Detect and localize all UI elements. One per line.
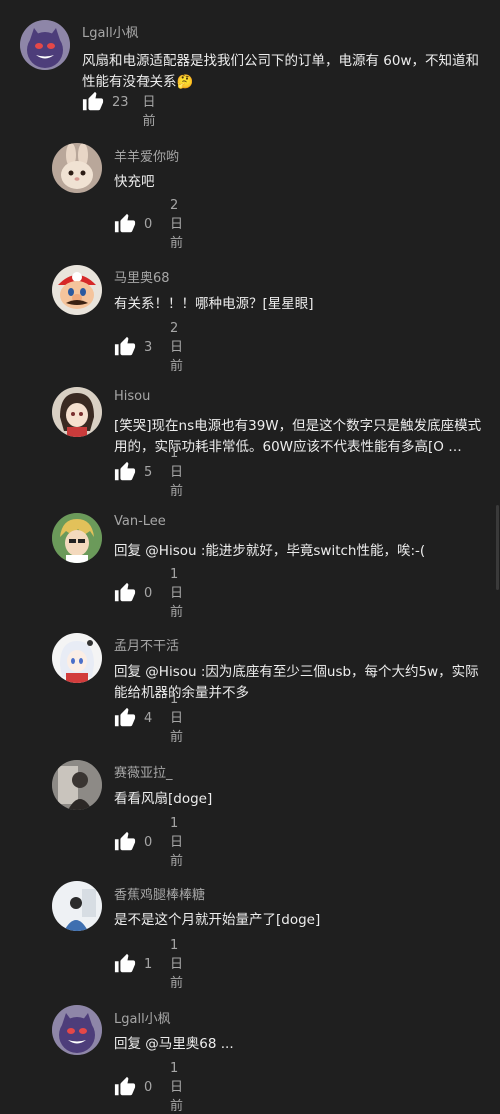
- like-count: 3: [144, 339, 153, 355]
- like-button[interactable]: 0: [114, 213, 156, 235]
- like-count: 0: [144, 216, 153, 232]
- comment-meta: 0 2日前: [114, 198, 183, 251]
- thumbs-up-icon: [114, 831, 136, 853]
- thumbs-up-icon: [114, 336, 136, 358]
- person-avatar[interactable]: [52, 881, 102, 931]
- comment-meta: 4 1日前: [114, 692, 183, 745]
- timestamp: 1日前: [170, 445, 184, 499]
- scrollbar[interactable]: [496, 505, 499, 590]
- gengar-avatar[interactable]: [52, 1005, 102, 1055]
- timestamp: 1日前: [170, 566, 184, 620]
- like-button[interactable]: 0: [114, 1076, 156, 1098]
- comment-meta: 0 1日前: [114, 567, 183, 620]
- username[interactable]: Lgall小枫: [82, 22, 139, 41]
- timestamp: 1日前: [170, 1060, 184, 1114]
- thumbs-up-icon: [82, 91, 104, 113]
- like-button[interactable]: 5: [114, 461, 156, 483]
- username[interactable]: 赛薇亚拉_: [114, 762, 173, 781]
- anime-girl-avatar[interactable]: [52, 387, 102, 437]
- thumbs-up-icon: [114, 707, 136, 729]
- like-count: 5: [144, 464, 153, 480]
- gengar-avatar[interactable]: [20, 20, 70, 70]
- thumbs-up-icon: [114, 582, 136, 604]
- username[interactable]: 孟月不干活: [114, 635, 179, 654]
- like-button[interactable]: 0: [114, 831, 156, 853]
- username[interactable]: 羊羊爱你哟: [114, 146, 179, 165]
- thumbs-up-icon: [114, 1076, 136, 1098]
- comment-text: 回复 @Hisou :能进步就好，毕竟switch性能，唉:-(: [114, 543, 426, 559]
- thumbs-up-icon: [114, 213, 136, 235]
- like-count: 4: [144, 710, 153, 726]
- timestamp: 2日前: [170, 320, 184, 374]
- comment-meta: 5 1日前: [114, 446, 183, 499]
- thumbs-up-icon: [114, 953, 136, 975]
- comment-text: 是不是这个月就开始量产了[doge]: [114, 912, 321, 928]
- timestamp: 2日前: [142, 75, 156, 129]
- timestamp: 1日前: [170, 937, 184, 991]
- username[interactable]: 马里奥68: [114, 267, 170, 286]
- thumbs-up-icon: [114, 461, 136, 483]
- photo-avatar[interactable]: [52, 760, 102, 810]
- comment-text: 回复 @马里奥68 ...: [114, 1036, 234, 1052]
- username[interactable]: Van-Lee: [114, 514, 166, 529]
- timestamp: 1日前: [170, 691, 184, 745]
- like-count: 23: [112, 94, 129, 110]
- like-button[interactable]: 1: [114, 953, 156, 975]
- blonde-avatar[interactable]: [52, 513, 102, 563]
- like-count: 0: [144, 834, 153, 850]
- like-count: 0: [144, 585, 153, 601]
- comment-meta: 0 1日前: [114, 1061, 183, 1114]
- comment-meta: 3 2日前: [114, 321, 183, 374]
- comment-meta: 23 2日前: [82, 76, 156, 129]
- comment-meta: 0 1日前: [114, 816, 183, 869]
- timestamp: 2日前: [170, 197, 184, 251]
- username[interactable]: 香蕉鸡腿棒棒糖: [114, 884, 205, 903]
- like-button[interactable]: 4: [114, 707, 156, 729]
- username[interactable]: Hisou: [114, 389, 150, 404]
- white-hair-avatar[interactable]: [52, 633, 102, 683]
- comment-text: 快充吧: [114, 174, 155, 190]
- like-button[interactable]: 0: [114, 582, 156, 604]
- comment-meta: 1 1日前: [114, 938, 183, 991]
- comment-text: 看看风扇[doge]: [114, 791, 213, 807]
- comment-thread: Lgall小枫 风扇和电源适配器是找我们公司下的订单，电源有 60w，不知道和性能…: [0, 0, 500, 1114]
- like-count: 1: [144, 956, 153, 972]
- username[interactable]: Lgall小枫: [114, 1008, 171, 1027]
- like-button[interactable]: 23: [82, 91, 129, 113]
- comment-text: 有关系！！！哪种电源？[星星眼]: [114, 296, 314, 312]
- like-button[interactable]: 3: [114, 336, 156, 358]
- mario-avatar[interactable]: [52, 265, 102, 315]
- bunny-avatar[interactable]: [52, 143, 102, 193]
- like-count: 0: [144, 1079, 153, 1095]
- timestamp: 1日前: [170, 815, 184, 869]
